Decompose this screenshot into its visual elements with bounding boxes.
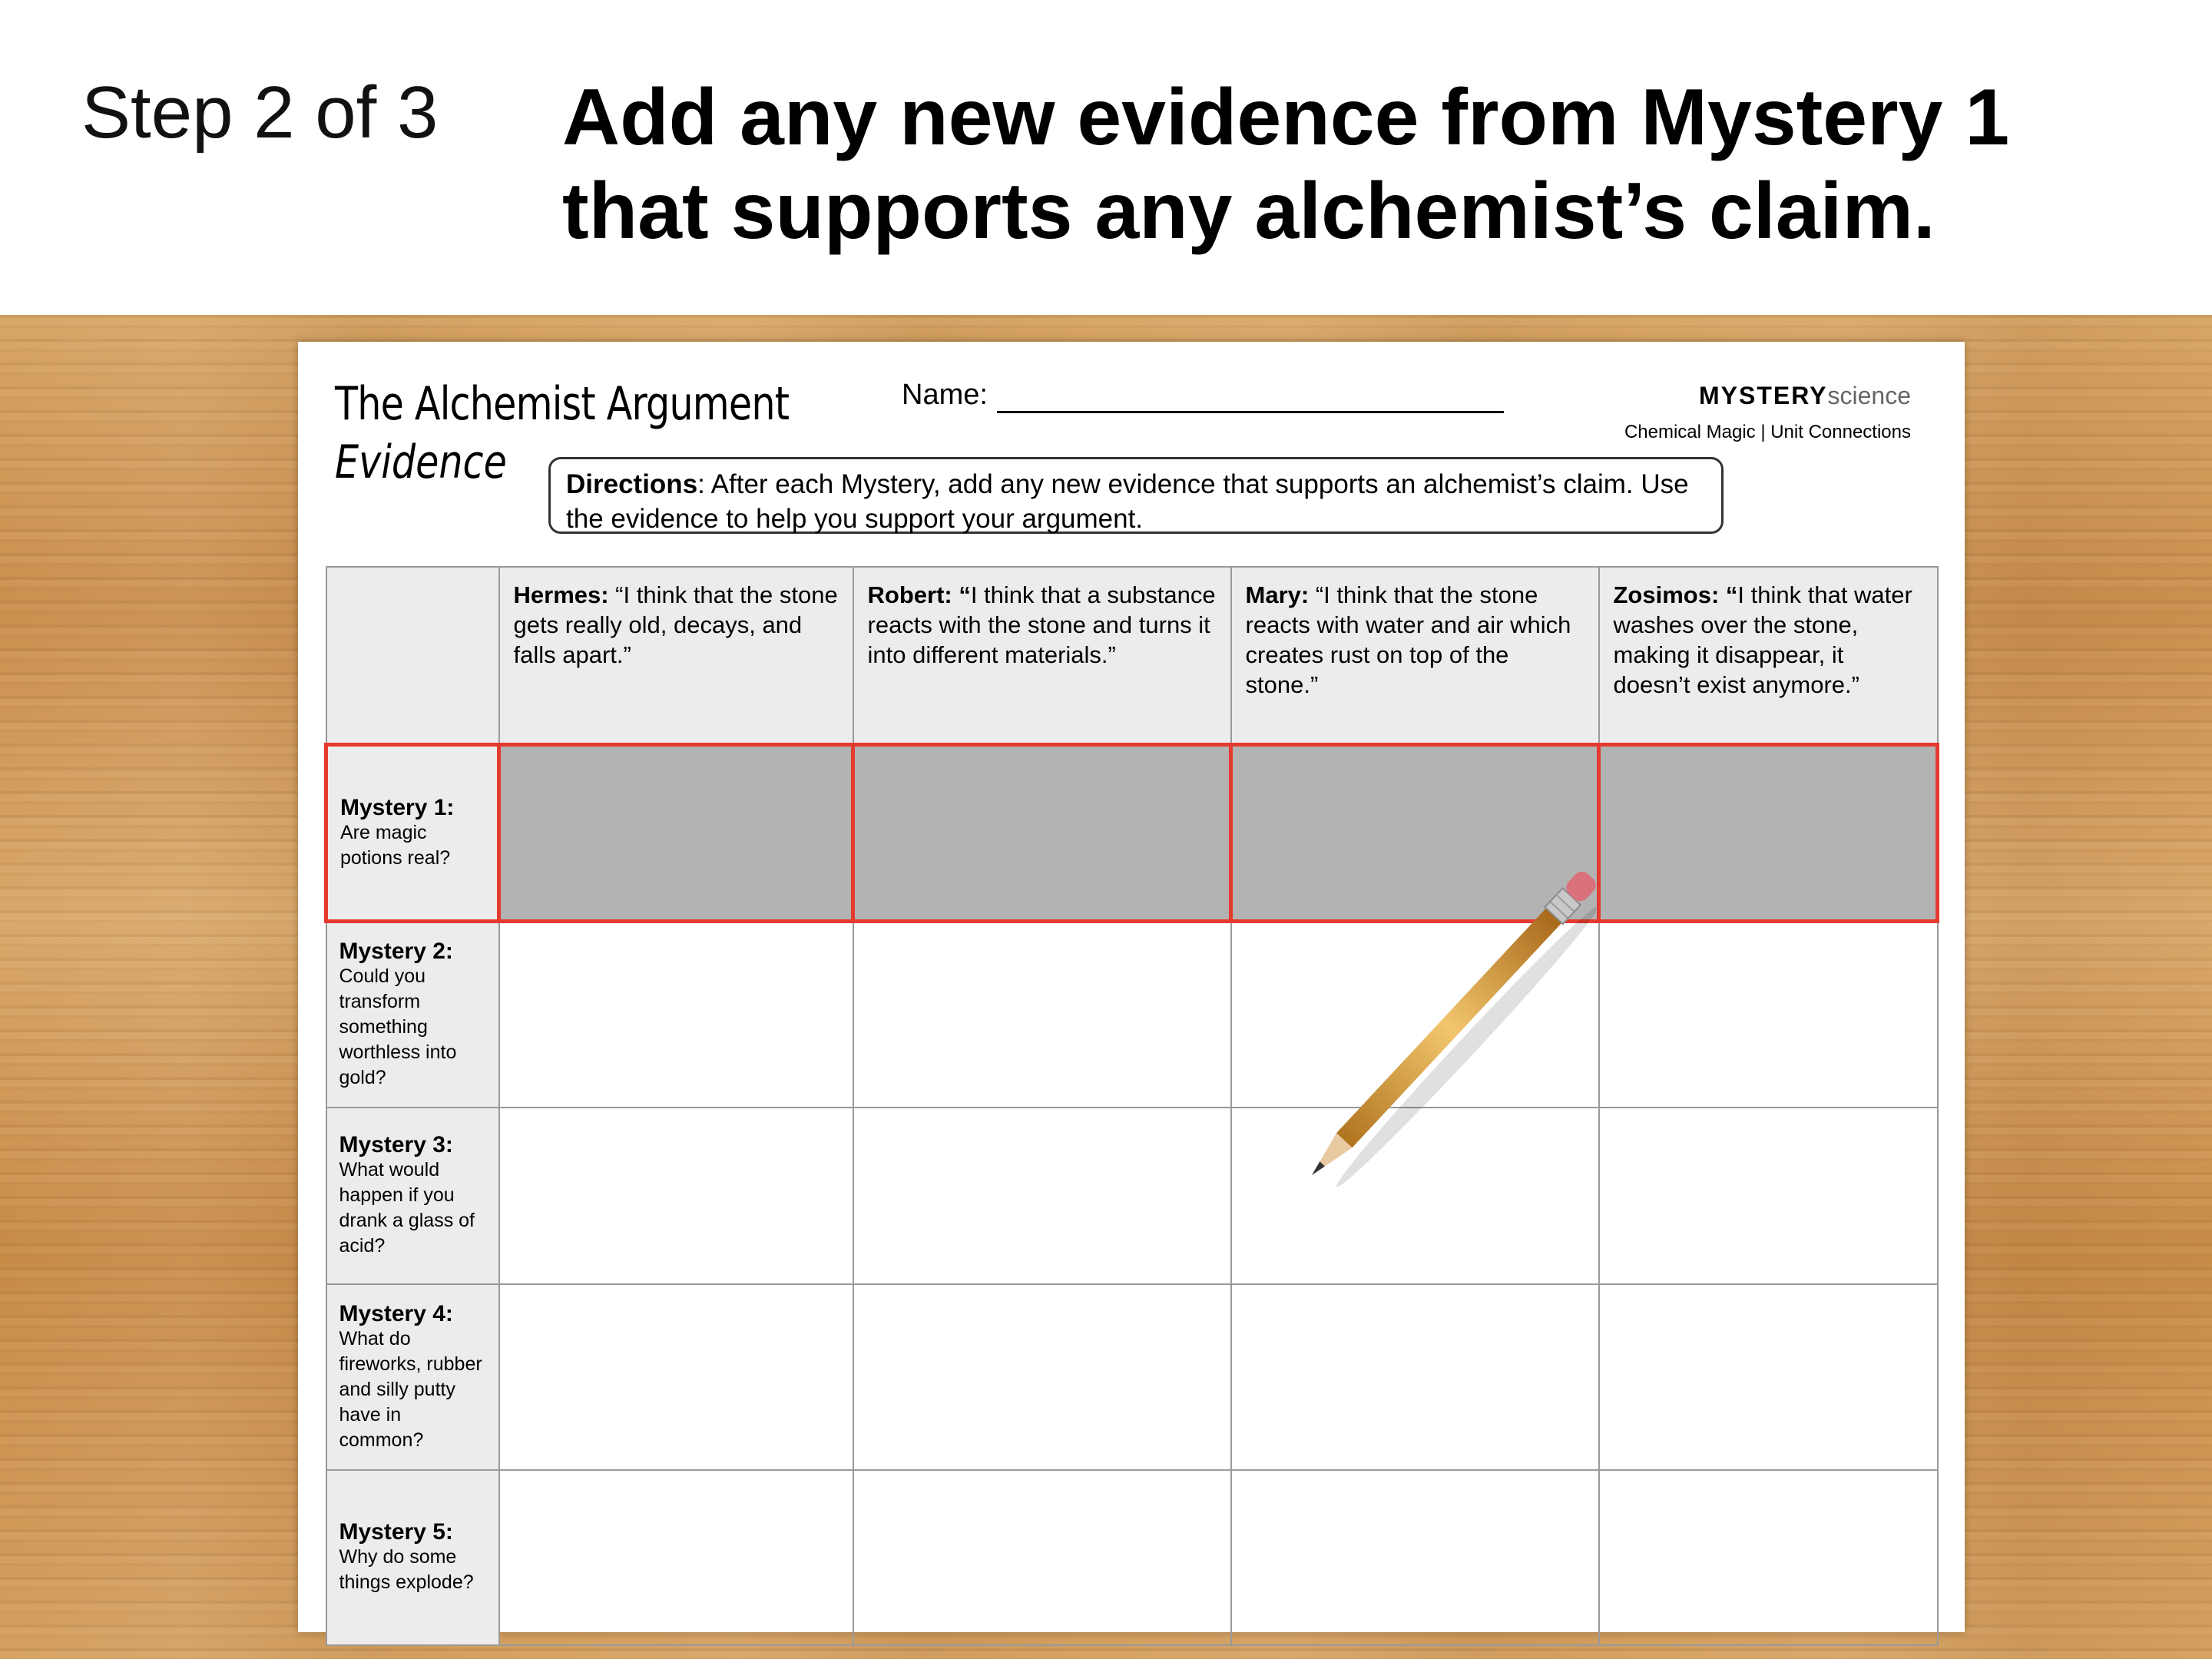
mystery-question: Why do some things explode?	[339, 1546, 474, 1593]
evidence-cell[interactable]	[498, 1469, 854, 1646]
claim-header: Hermes: “I think that the stone gets rea…	[498, 566, 854, 746]
evidence-cell[interactable]	[1598, 1283, 1939, 1471]
mystery-title: Mystery 2:	[339, 939, 453, 965]
mystery-question: What do fireworks, rubber and silly putt…	[339, 1327, 482, 1451]
evidence-cell[interactable]	[852, 920, 1232, 1108]
evidence-cell[interactable]	[1230, 920, 1600, 1108]
table-row: Mystery 1: Are magic potions real?	[324, 743, 1939, 923]
mystery-title: Mystery 5:	[339, 1519, 453, 1545]
mystery-label: Mystery 2: Could you transform something …	[325, 920, 500, 1108]
slide-header: Step 2 of 3 Add any new evidence from My…	[0, 0, 2212, 315]
table-row: Mystery 4: What do fireworks, rubber and …	[325, 1283, 1939, 1471]
table-row: Mystery 5: Why do some things explode?	[325, 1469, 1939, 1646]
mystery-label: Mystery 1: Are magic potions real?	[324, 743, 501, 923]
claim-name: Hermes:	[513, 581, 609, 608]
evidence-cell[interactable]	[1230, 1106, 1600, 1285]
claim-header: Zosimos: “I think that water washes over…	[1598, 566, 1939, 746]
mystery-label: Mystery 4: What do fireworks, rubber and …	[325, 1283, 500, 1471]
mystery-question: What would happen if you drank a glass o…	[339, 1159, 475, 1257]
directions-text: : After each Mystery, add any new eviden…	[566, 469, 1689, 534]
evidence-cell[interactable]	[1598, 1469, 1939, 1646]
table-row: Mystery 3: What would happen if you drank…	[325, 1106, 1939, 1285]
claim-header: Mary: “I think that the stone reacts wit…	[1230, 566, 1600, 746]
mystery-question: Are magic potions real?	[340, 822, 451, 869]
mystery-title: Mystery 4:	[339, 1300, 453, 1326]
evidence-cell[interactable]	[1229, 743, 1601, 923]
mystery-label: Mystery 3: What would happen if you drank…	[325, 1106, 500, 1285]
mystery-label: Mystery 5: Why do some things explode?	[325, 1469, 500, 1646]
brand-logo: MYSTERYscience	[1699, 382, 1911, 410]
evidence-cell[interactable]	[1230, 1469, 1600, 1646]
worksheet-title: The Alchemist Argument	[335, 377, 790, 431]
mystery-question: Could you transform something worthless …	[339, 965, 457, 1089]
evidence-cell[interactable]	[852, 1106, 1232, 1285]
worksheet-subtitle: Evidence	[335, 435, 507, 489]
evidence-cell[interactable]	[851, 743, 1233, 923]
evidence-cell[interactable]	[852, 1469, 1232, 1646]
evidence-cell[interactable]	[852, 1283, 1232, 1471]
table-header-row: Hermes: “I think that the stone gets rea…	[325, 566, 1939, 746]
name-field[interactable]	[997, 411, 1504, 413]
evidence-cell[interactable]	[498, 920, 854, 1108]
claim-header: Robert: “I think that a substance reacts…	[852, 566, 1232, 746]
evidence-table: Hermes: “I think that the stone gets rea…	[324, 566, 1939, 1646]
directions-label: Directions	[566, 469, 698, 499]
claim-name: Zosimos: “	[1613, 581, 1738, 608]
claim-name: Mary:	[1245, 581, 1310, 608]
evidence-cell[interactable]	[1598, 920, 1939, 1108]
evidence-cell[interactable]	[1598, 1106, 1939, 1285]
evidence-cell[interactable]	[1230, 1283, 1600, 1471]
mystery-title: Mystery 1:	[340, 795, 455, 820]
evidence-cell[interactable]	[497, 743, 855, 923]
name-label: Name:	[902, 379, 988, 411]
evidence-cell[interactable]	[498, 1106, 854, 1285]
brand-logo-light: science	[1827, 382, 1912, 409]
unit-label: Chemical Magic | Unit Connections	[1624, 422, 1911, 442]
worksheet: The Alchemist Argument Evidence Name: MY…	[298, 342, 1965, 1646]
evidence-cell[interactable]	[1597, 743, 1939, 923]
claim-name: Robert: “	[867, 581, 971, 608]
evidence-cell[interactable]	[498, 1283, 854, 1471]
brand-logo-bold: MYSTERY	[1699, 382, 1828, 409]
step-indicator: Step 2 of 3	[81, 71, 439, 154]
table-row: Mystery 2: Could you transform something …	[325, 920, 1939, 1108]
step-instruction: Add any new evidence from Mystery 1 that…	[562, 73, 2010, 256]
directions-box: Directions: After each Mystery, add any …	[548, 457, 1724, 534]
mystery-title: Mystery 3:	[339, 1132, 453, 1157]
header-corner	[325, 566, 500, 746]
